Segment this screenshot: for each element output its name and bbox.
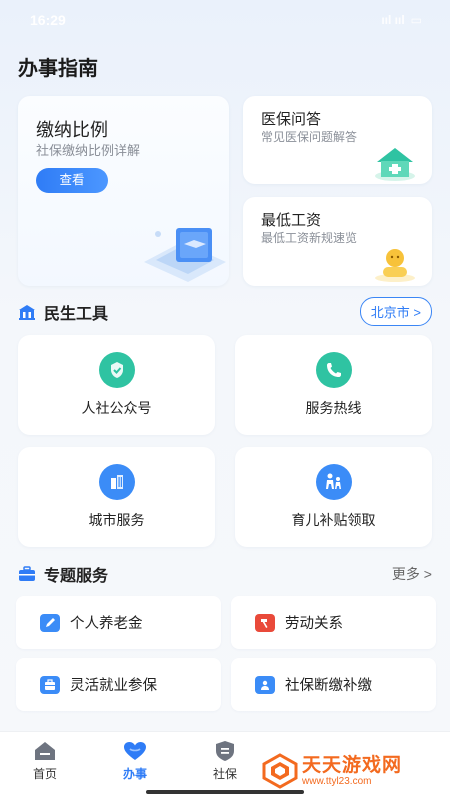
building-icon xyxy=(98,464,135,500)
minimum-wage-card[interactable]: 最低工资 最低工资新规速览 xyxy=(243,197,432,286)
tools-section-title: 民生工具 xyxy=(44,305,109,323)
person-coin-icon xyxy=(375,249,415,282)
medical-qa-title: 医保问答 xyxy=(261,111,322,128)
tab-services-label: 办事 xyxy=(122,767,147,781)
hospital-house-icon xyxy=(375,148,415,181)
family-icon xyxy=(315,464,352,500)
government-building-icon xyxy=(19,304,35,320)
view-button[interactable]: 查看 xyxy=(36,168,108,193)
tool-card-city-services[interactable]: 城市服务 xyxy=(18,447,215,547)
tool-label: 服务热线 xyxy=(305,400,362,416)
briefcase-icon xyxy=(40,675,60,694)
watermark-url: www.ttyl23.com xyxy=(302,775,372,787)
contribution-ratio-subtitle: 社保缴纳比例详解 xyxy=(36,143,141,158)
folder-illustration-icon xyxy=(144,228,226,282)
signal-icon: ııl ııl xyxy=(381,13,405,27)
minimum-wage-title: 最低工资 xyxy=(261,212,322,229)
hammer-icon xyxy=(255,613,275,632)
topic-label: 劳动关系 xyxy=(285,616,343,632)
site-watermark: 天天游戏网 www.ttyl23.com xyxy=(262,753,402,789)
phone-icon xyxy=(315,352,352,388)
tool-card-childcare-subsidy[interactable]: 育儿补贴领取 xyxy=(235,447,432,547)
status-icons: ııl ııl ▭ xyxy=(381,13,422,27)
contribution-ratio-title: 缴纳比例 xyxy=(36,120,108,140)
status-bar: 16:29 ııl ııl ▭ xyxy=(0,0,450,40)
tab-home-label: 首页 xyxy=(32,767,57,781)
tab-social-security[interactable]: 社保 xyxy=(195,740,255,782)
tab-social-security-label: 社保 xyxy=(212,767,237,781)
heart-icon xyxy=(124,742,146,760)
topic-label: 个人养老金 xyxy=(70,616,143,632)
home-icon xyxy=(35,742,55,760)
page-title: 办事指南 xyxy=(18,58,98,80)
minimum-wage-subtitle: 最低工资新规速览 xyxy=(261,231,358,245)
tool-label: 育儿补贴领取 xyxy=(291,512,376,528)
shield-check-icon xyxy=(98,352,135,388)
watermark-logo-icon xyxy=(262,753,298,789)
toolbox-icon xyxy=(19,566,35,581)
tool-card-service-hotline[interactable]: 服务热线 xyxy=(235,335,432,435)
user-card-icon xyxy=(255,675,275,694)
topic-flexible-employment[interactable]: 灵活就业参保 xyxy=(16,658,221,711)
topic-label: 社保断缴补缴 xyxy=(285,678,372,694)
tab-services[interactable]: 办事 xyxy=(105,740,165,782)
tool-label: 城市服务 xyxy=(88,512,145,528)
tab-home[interactable]: 首页 xyxy=(15,740,75,782)
pen-icon xyxy=(40,613,60,632)
shield-icon xyxy=(216,741,234,761)
contribution-ratio-card[interactable]: 缴纳比例 社保缴纳比例详解 查看 xyxy=(18,96,229,286)
topics-section-title: 专题服务 xyxy=(44,568,109,585)
watermark-title: 天天游戏网 xyxy=(302,754,403,776)
tool-label: 人社公众号 xyxy=(81,400,152,416)
status-time: 16:29 xyxy=(30,12,66,28)
tool-card-official-account[interactable]: 人社公众号 xyxy=(18,335,215,435)
topics-section-header: 专题服务 更多 > xyxy=(18,562,432,586)
more-link[interactable]: 更多 > xyxy=(392,564,432,584)
topic-labor-relations[interactable]: 劳动关系 xyxy=(231,596,436,649)
topic-social-security-makeup[interactable]: 社保断缴补缴 xyxy=(231,658,436,711)
topic-personal-pension[interactable]: 个人养老金 xyxy=(16,596,221,649)
topic-label: 灵活就业参保 xyxy=(70,678,157,694)
medical-qa-subtitle: 常见医保问题解答 xyxy=(261,130,358,144)
tools-section-header: 民生工具 北京市 > xyxy=(18,297,432,326)
medical-qa-card[interactable]: 医保问答 常见医保问题解答 xyxy=(243,96,432,184)
battery-icon: ▭ xyxy=(410,13,422,27)
home-indicator[interactable] xyxy=(146,790,304,794)
city-selector-button[interactable]: 北京市 > xyxy=(359,297,432,326)
